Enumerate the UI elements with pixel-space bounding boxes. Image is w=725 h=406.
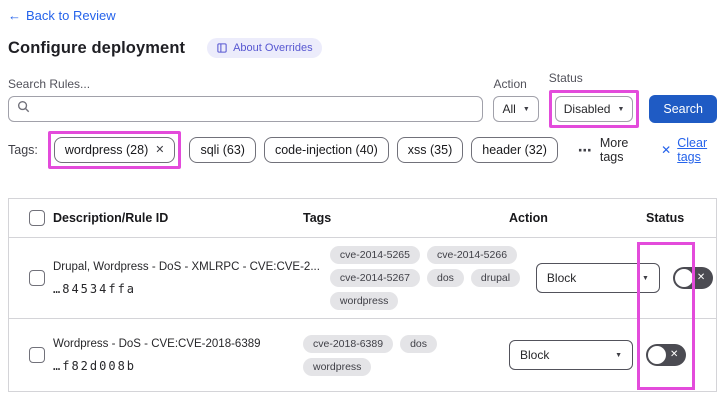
- rule-tag: cve-2018-6389: [303, 334, 394, 353]
- about-overrides-badge[interactable]: About Overrides: [207, 38, 322, 58]
- row-checkbox[interactable]: [29, 347, 45, 363]
- rule-tag: wordpress: [303, 357, 372, 376]
- selected-tag-highlight-box: wordpress (28) ✕: [47, 131, 182, 169]
- status-toggle-off[interactable]: ✕: [672, 267, 713, 289]
- rule-tags: cve-2018-6389 dos wordpress: [303, 334, 501, 376]
- rule-row: Wordpress - DoS - CVE:CVE-2018-6389 …f82…: [9, 319, 716, 391]
- more-tags-label: More tags: [599, 136, 629, 164]
- tag-pill[interactable]: sqli (63): [189, 137, 256, 163]
- table-body: Drupal, Wordpress - DoS - XMLRPC - CVE:C…: [9, 238, 716, 391]
- search-rules-label: Search Rules...: [8, 77, 91, 91]
- header-status: Status: [646, 211, 685, 225]
- rule-tags: cve-2014-5265 cve-2014-5266 cve-2014-5267 d…: [329, 246, 528, 310]
- action-value: Block: [546, 271, 577, 285]
- search-rules-input[interactable]: [36, 101, 475, 117]
- header-tags: Tags: [303, 211, 332, 225]
- clear-tags-x-icon: ✕: [661, 143, 672, 157]
- rule-id: …f82d008b: [53, 358, 137, 373]
- tags-label: Tags:: [8, 143, 38, 157]
- chevron-down-icon: ▼: [641, 274, 649, 282]
- row-checkbox[interactable]: [29, 270, 45, 286]
- status-filter-value: Disabled: [563, 102, 611, 116]
- rule-tag: cve-2014-5266: [426, 246, 518, 264]
- tags-bar: Tags: wordpress (28) ✕ sqli (63) code-inj…: [8, 131, 717, 169]
- search-icon: [17, 100, 30, 118]
- rule-id: …84534ffa: [53, 281, 137, 296]
- book-icon: [216, 42, 228, 54]
- search-group: Search Rules...: [8, 77, 484, 122]
- status-filter-label: Status: [548, 71, 583, 85]
- rule-tag: drupal: [470, 269, 521, 287]
- action-value: Block: [520, 348, 550, 362]
- back-to-review-link[interactable]: ← Back to Review: [8, 8, 116, 23]
- rule-row: Drupal, Wordpress - DoS - XMLRPC - CVE:C…: [9, 238, 716, 319]
- action-filter-label: Action: [493, 77, 527, 91]
- rule-tag: cve-2014-5265: [329, 246, 420, 264]
- select-all-checkbox[interactable]: [29, 210, 45, 226]
- selected-tag-pill-wordpress[interactable]: wordpress (28) ✕: [53, 137, 176, 163]
- back-arrow-icon: ←: [8, 8, 21, 23]
- toggle-knob: [648, 346, 666, 364]
- chevron-down-icon: ▼: [522, 105, 530, 113]
- configure-deployment-page: ← Back to Review Configure deployment Ab…: [0, 0, 725, 392]
- tag-pill[interactable]: xss (35): [396, 137, 464, 163]
- rule-tag: dos: [400, 334, 437, 353]
- status-filter-highlight-box: Disabled ▼: [548, 90, 640, 128]
- table-header-row: Description/Rule ID Tags Action Status: [9, 199, 716, 238]
- tag-pill[interactable]: header (32): [471, 137, 558, 163]
- toggle-knob: [674, 269, 693, 287]
- toggle-x-icon: ✕: [696, 272, 706, 283]
- toggle-x-icon: ✕: [670, 349, 679, 360]
- remove-tag-icon[interactable]: ✕: [155, 144, 164, 156]
- action-dropdown[interactable]: Block ▼: [509, 340, 633, 370]
- action-filter-value: All: [502, 102, 516, 116]
- page-title: Configure deployment: [8, 38, 186, 57]
- action-filter-dropdown[interactable]: All ▼: [493, 96, 539, 122]
- clear-tags-label: Clear tags: [677, 136, 708, 164]
- action-dropdown[interactable]: Block ▼: [535, 263, 660, 293]
- search-rules-input-box[interactable]: [8, 96, 484, 122]
- action-filter-group: Action All ▼: [493, 77, 539, 122]
- back-link-label: Back to Review: [26, 8, 116, 23]
- more-tags-button[interactable]: ⋯ More tags: [578, 136, 637, 164]
- other-tag-pills: sqli (63) code-injection (40) xss (35) head…: [189, 137, 558, 163]
- ellipsis-icon: ⋯: [577, 141, 593, 158]
- status-filter-dropdown[interactable]: Disabled ▼: [554, 96, 634, 122]
- rule-tag: wordpress: [329, 292, 399, 310]
- status-filter-group: Status Disabled ▼: [548, 71, 640, 128]
- header-action: Action: [509, 211, 548, 225]
- header-checkbox-cell: [9, 210, 53, 226]
- selected-tag-label: wordpress (28): [64, 143, 149, 157]
- chevron-down-icon: ▼: [615, 351, 622, 359]
- rule-description: Wordpress - DoS - CVE:CVE-2018-6389: [53, 337, 261, 350]
- tag-pill[interactable]: code-injection (40): [263, 137, 389, 163]
- rule-description: Drupal, Wordpress - DoS - XMLRPC - CVE:C…: [53, 260, 320, 273]
- clear-tags-link[interactable]: ✕ Clear tags: [661, 136, 717, 164]
- status-toggle-off[interactable]: ✕: [646, 344, 686, 366]
- chevron-down-icon: ▼: [617, 105, 625, 113]
- header-description: Description/Rule ID: [53, 211, 169, 225]
- title-row: Configure deployment About Overrides: [8, 38, 717, 58]
- search-button[interactable]: Search: [649, 95, 717, 123]
- rule-tag: dos: [426, 269, 464, 287]
- rule-tag: cve-2014-5267: [329, 269, 420, 287]
- filter-row: Search Rules... Action All ▼ Status Disa…: [8, 71, 717, 128]
- about-badge-label: About Overrides: [233, 42, 313, 54]
- rules-table: Description/Rule ID Tags Action Status D…: [8, 198, 717, 392]
